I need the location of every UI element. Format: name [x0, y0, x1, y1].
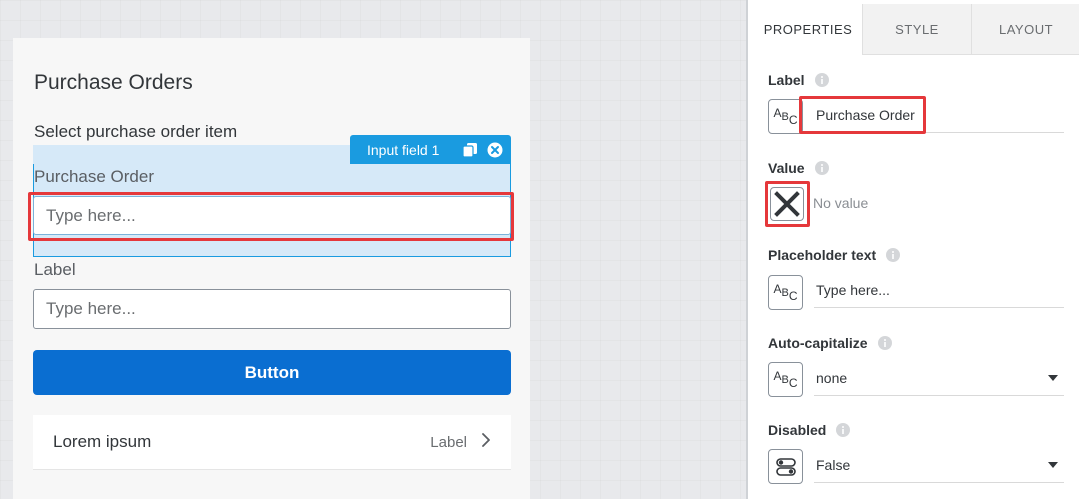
info-icon[interactable]	[877, 336, 892, 350]
app-page: Purchase Orders Select purchase order it…	[13, 38, 530, 499]
tab-style[interactable]: STYLE	[863, 4, 972, 55]
panel-tabs: PROPERTIES STYLE LAYOUT	[754, 4, 1079, 55]
chevron-right-icon	[481, 432, 491, 452]
list-item[interactable]: Lorem ipsum Label	[33, 415, 511, 470]
list-item-title: Lorem ipsum	[53, 432, 152, 451]
value-display: No value	[813, 195, 869, 211]
page-title: Purchase Orders	[34, 71, 193, 94]
selected-component-name: Input field 1	[367, 141, 440, 158]
primary-button[interactable]: Button	[33, 350, 511, 395]
input-annotation-highlight	[28, 192, 514, 241]
dropdown-arrow-icon	[1048, 461, 1058, 468]
autocap-select[interactable]: none	[814, 360, 1064, 396]
text-type-icon[interactable]: ABC	[768, 362, 803, 397]
placeholder-value: Type here...	[816, 281, 890, 298]
tab-properties[interactable]: PROPERTIES	[754, 4, 863, 55]
value-annotation-highlight	[765, 181, 810, 227]
placeholder-value-field[interactable]: Type here...	[814, 272, 1064, 308]
disabled-select[interactable]: False	[814, 447, 1064, 483]
prop-disabled-title: Disabled	[768, 422, 851, 438]
info-icon[interactable]	[836, 423, 851, 437]
tab-layout[interactable]: LAYOUT	[972, 4, 1079, 55]
selection-toolbar: Input field 1	[350, 135, 511, 164]
close-circle-icon[interactable]	[486, 141, 504, 159]
prop-value-title: Value	[768, 160, 829, 176]
text-type-icon[interactable]: ABC	[768, 99, 803, 134]
info-icon[interactable]	[886, 248, 901, 262]
prop-autocap-name: Auto-capitalize	[768, 335, 868, 351]
text-type-icon[interactable]: ABC	[768, 275, 803, 310]
prop-disabled-name: Disabled	[768, 422, 827, 438]
label-input-placeholder: Type here...	[46, 299, 136, 318]
list-item-info: Label	[430, 433, 467, 451]
dropdown-arrow-icon	[1048, 374, 1058, 381]
toggle-type-icon[interactable]	[768, 449, 803, 484]
label-input[interactable]: Type here...	[33, 289, 511, 329]
disabled-value: False	[816, 456, 851, 473]
info-icon[interactable]	[814, 161, 829, 175]
prop-autocap-title: Auto-capitalize	[768, 335, 892, 351]
purchase-order-label: Purchase Order	[34, 167, 154, 186]
properties-panel: PROPERTIES STYLE LAYOUT Label ABC Purcha…	[746, 0, 1079, 499]
prop-label-name: Label	[768, 72, 805, 88]
autocap-value: none	[816, 369, 848, 386]
copy-icon[interactable]	[461, 141, 479, 159]
label-annotation-highlight	[799, 96, 926, 134]
label-field-label: Label	[34, 260, 76, 279]
prop-placeholder-title: Placeholder text	[768, 247, 901, 263]
prop-label-title: Label	[768, 72, 829, 88]
prop-placeholder-name: Placeholder text	[768, 247, 877, 263]
info-icon[interactable]	[814, 73, 829, 87]
prop-value-name: Value	[768, 160, 805, 176]
list-title: Select purchase order item	[34, 122, 238, 141]
